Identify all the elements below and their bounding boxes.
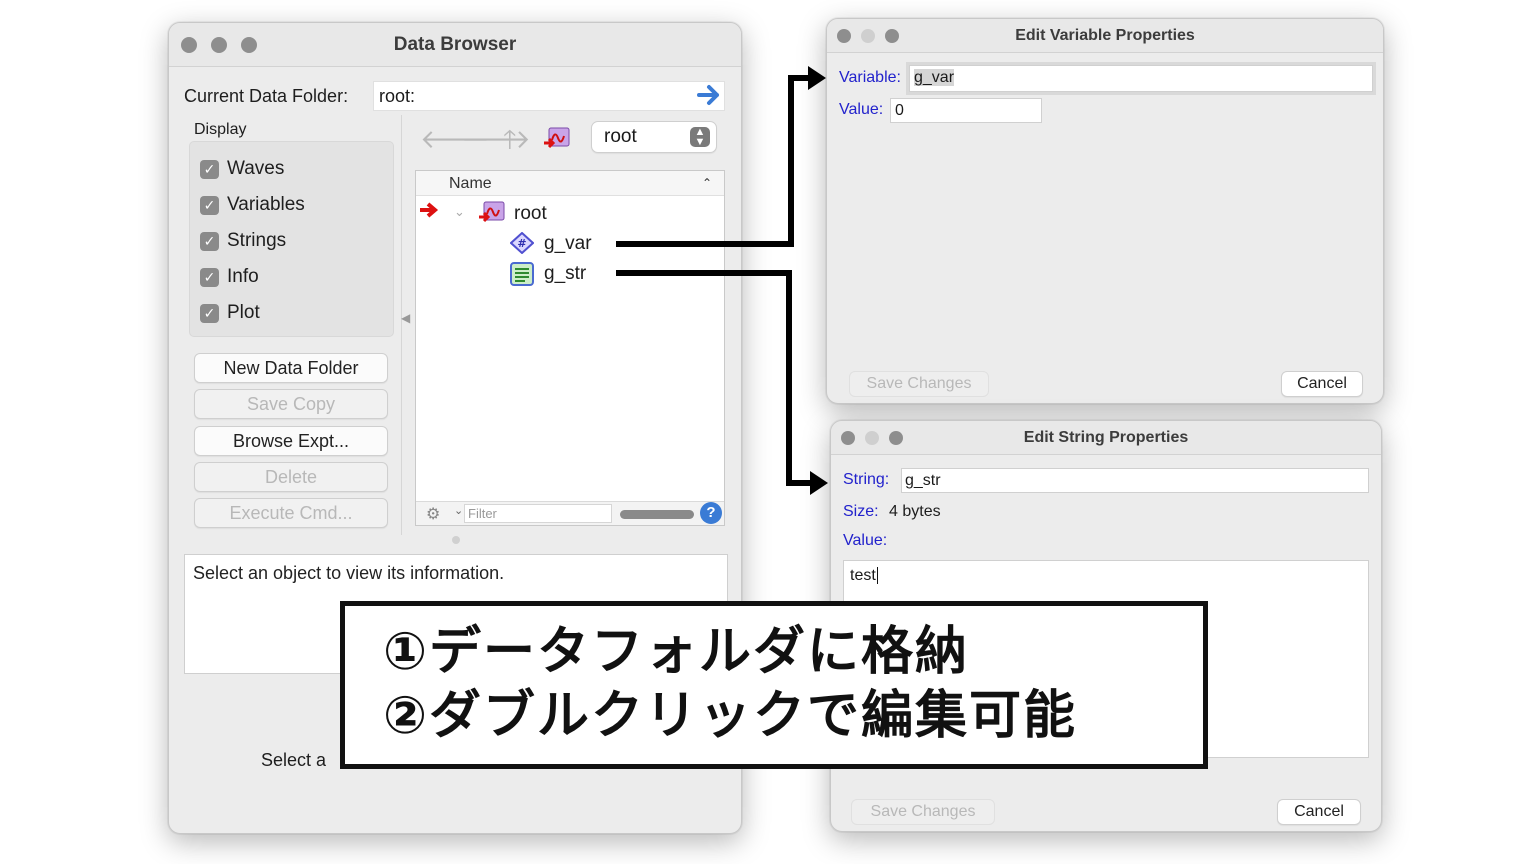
arrowhead-variable-icon [808,66,826,90]
callout-line-2: ②ダブルクリックで編集可能 [383,686,1078,746]
callout-line-1: ①データフォルダに格納 [383,622,970,682]
arrow-to-variable-window [616,75,812,247]
arrowhead-string-icon [810,471,828,495]
arrow-to-string-window [616,270,812,486]
annotation-callout: ①データフォルダに格納 ②ダブルクリックで編集可能 [340,601,1208,769]
